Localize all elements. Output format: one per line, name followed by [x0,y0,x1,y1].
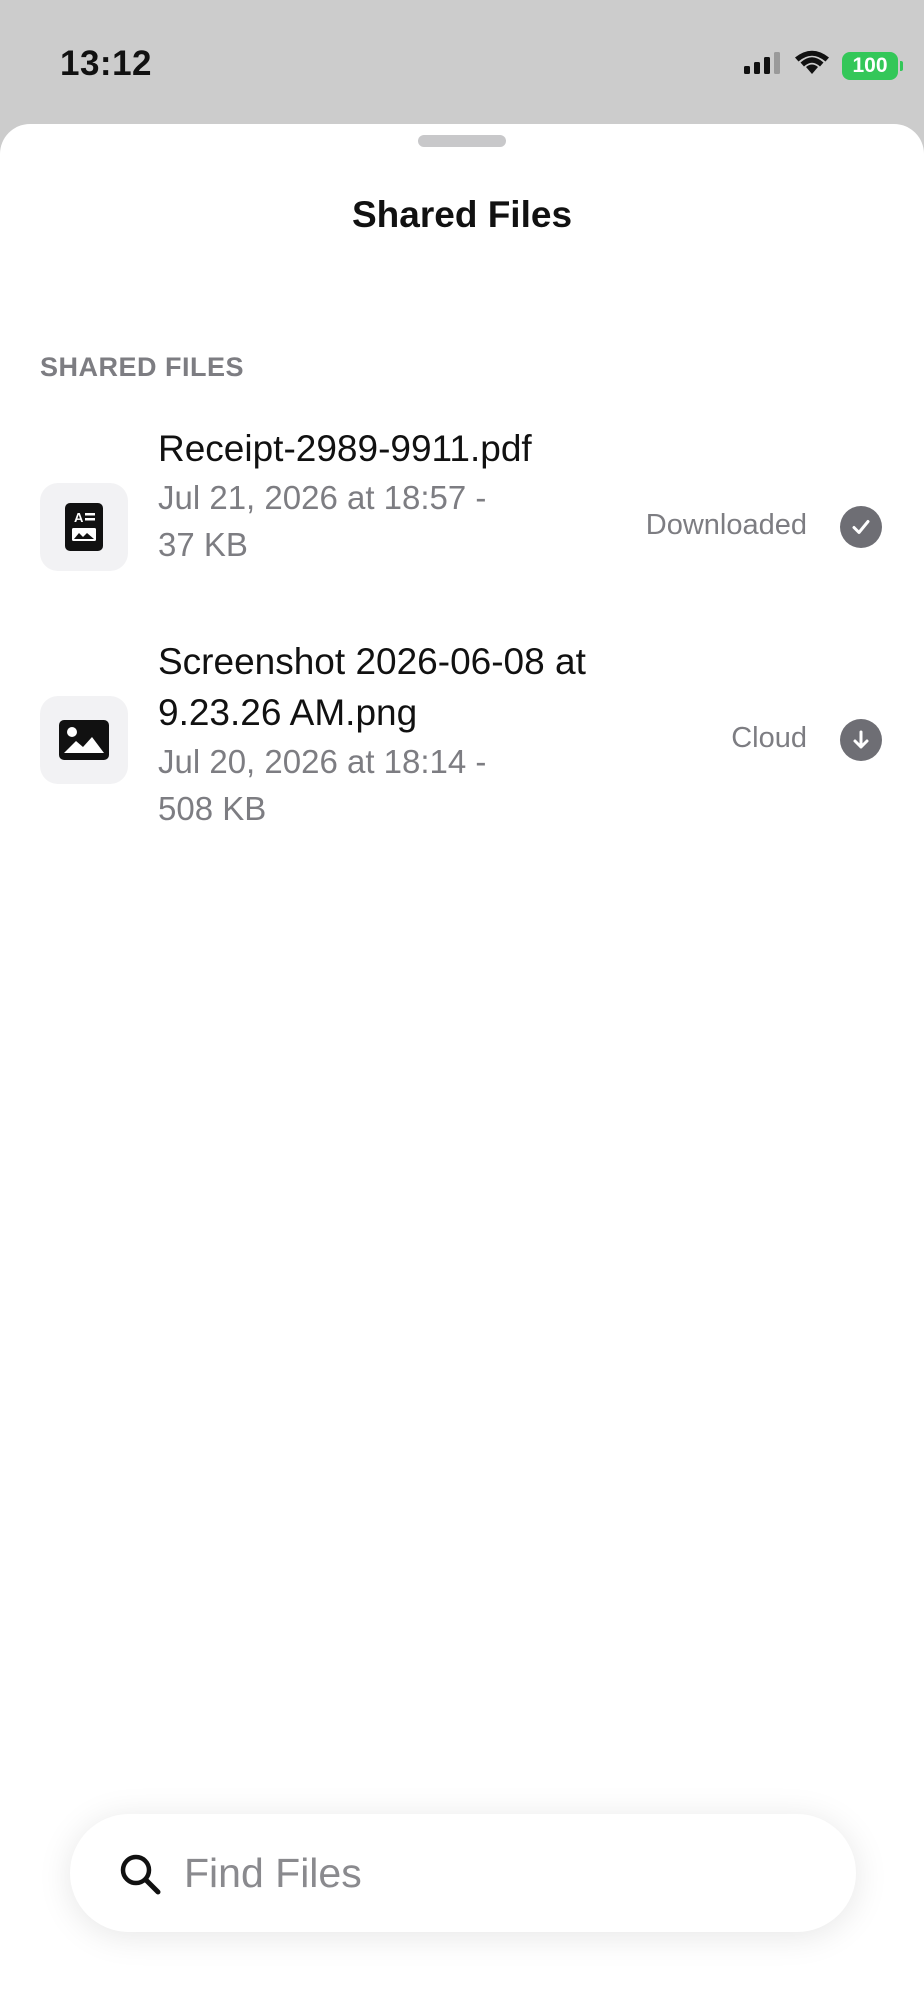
download-arrow-circle-icon[interactable] [840,719,882,761]
image-icon [40,696,128,784]
file-row[interactable]: A Receipt-2989-9911.pdf Jul 21, 2026 at … [0,422,924,634]
checkmark-circle-icon [840,506,882,548]
battery-level: 100 [852,53,888,77]
wifi-icon [794,50,830,81]
status-time: 13:12 [60,44,153,83]
sheet-grabber[interactable] [418,135,506,147]
signal-icon [744,52,782,79]
section-header: SHARED FILES [40,352,245,382]
file-name: Receipt-2989-9911.pdf [158,428,532,469]
file-meta: Jul 21, 2026 at 18:57 - 37 KB [158,479,487,563]
document-icon: A [40,483,128,571]
file-info: Receipt-2989-9911.pdf Jul 21, 2026 at 18… [158,422,618,568]
file-meta: Jul 20, 2026 at 18:14 - 508 KB [158,743,487,827]
file-status: Cloud [731,722,807,754]
search-icon [118,1852,162,1896]
file-info: Screenshot 2026-06-08 at 9.23.26 AM.png … [158,635,618,832]
file-name: Screenshot 2026-06-08 at 9.23.26 AM.png [158,641,586,733]
file-status: Downloaded [645,509,807,541]
shared-files-sheet: Shared Files SHARED FILES A Receipt-2989… [0,124,924,1999]
status-icons: 100 [744,50,903,81]
battery-icon: 100 [842,51,903,80]
sheet-title: Shared Files [351,194,573,235]
search-bar[interactable] [70,1814,856,1932]
status-bar: 13:12 100 [0,0,924,124]
file-row[interactable]: Screenshot 2026-06-08 at 9.23.26 AM.png … [0,635,924,847]
search-input[interactable] [184,1814,804,1932]
svg-text:A: A [74,510,84,525]
